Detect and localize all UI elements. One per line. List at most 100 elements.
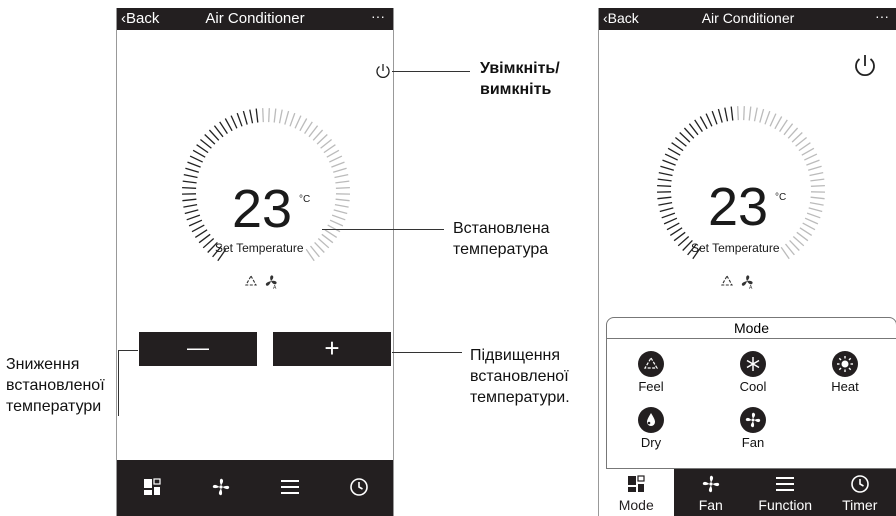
dial-tick (677, 236, 690, 247)
dial-tick (795, 136, 808, 147)
dial-tick (784, 243, 795, 256)
mode-grid-icon (628, 475, 645, 492)
dial-tick (204, 134, 216, 145)
dial-tick (188, 219, 203, 227)
dial-tick (809, 171, 824, 177)
feel-icon (245, 274, 257, 286)
tab-function[interactable]: Function (748, 469, 823, 516)
more-options-button[interactable]: ··· (875, 8, 889, 24)
clock-icon (349, 478, 368, 496)
dial-tick (278, 109, 283, 124)
mode-feel[interactable]: Feel (621, 351, 681, 394)
dial-tick (780, 246, 790, 260)
dial-tick (806, 212, 821, 219)
tab-mode[interactable] (117, 460, 186, 516)
droplet-icon (647, 413, 655, 426)
dial-tick (273, 108, 277, 123)
callout-line-increase (392, 352, 462, 353)
dial-tick (324, 229, 338, 238)
mode-panel-title: Mode (607, 318, 896, 339)
mode-heat[interactable]: Heat (815, 351, 875, 394)
dial-tick (213, 125, 224, 138)
callout-decrease: Зниження встановленої температури (6, 356, 105, 415)
dial-tick (185, 167, 199, 173)
fan-auto-icon: A (265, 275, 277, 289)
dial-tick (189, 155, 203, 163)
power-icon[interactable] (374, 62, 392, 80)
mode-grid-icon (143, 478, 161, 495)
dial-tick (329, 219, 344, 227)
header-title: Air Conditioner (701, 10, 795, 26)
dial-tick (183, 203, 198, 208)
increase-temperature-button[interactable]: + (273, 332, 391, 366)
dial-tick (666, 222, 680, 231)
dial-tick (331, 161, 345, 168)
mode-panel: Mode Feel Cool Heat Dry Fan (606, 317, 896, 469)
dial-tick (801, 147, 815, 156)
temperature-unit: °C (775, 192, 787, 203)
dial-tick (804, 217, 819, 225)
tab-timer[interactable]: Timer (823, 469, 896, 516)
dial-tick (194, 229, 208, 238)
dial-tick (671, 142, 684, 152)
temperature-unit: °C (299, 194, 311, 205)
mode-fan[interactable]: Fan (723, 407, 783, 450)
decrease-temperature-button[interactable]: — (139, 332, 257, 366)
power-icon[interactable] (851, 52, 879, 80)
dial-tick (323, 144, 336, 154)
callout-line-power (392, 71, 470, 72)
dial-tick (334, 203, 349, 208)
dial-tick (262, 108, 264, 123)
dial-tick (326, 149, 340, 158)
dial-tick (660, 165, 674, 171)
tab-timer[interactable] (324, 460, 393, 516)
dial-tick (743, 106, 745, 121)
dial-tick (230, 115, 238, 129)
temperature-value: 23 (232, 179, 293, 239)
menu-icon (280, 480, 299, 494)
dial-tick (289, 112, 296, 127)
dial-tick (764, 110, 771, 125)
tab-fan[interactable]: Fan (674, 469, 749, 516)
dial-tick (798, 142, 811, 152)
dial-tick (769, 113, 777, 127)
dial-tick (334, 173, 349, 179)
dial-tick (268, 108, 270, 123)
dial-tick (673, 231, 686, 242)
dial-tick (309, 245, 320, 258)
dial-tick (717, 108, 723, 123)
dial-tick (198, 233, 211, 244)
dial-tick (787, 127, 799, 139)
dial-tick (321, 233, 334, 244)
dial-tick (249, 109, 254, 124)
dial-tick (187, 161, 201, 168)
clock-icon (850, 475, 869, 493)
dial-tick (335, 198, 350, 202)
feel-icon (721, 274, 733, 286)
dial-tick (335, 186, 350, 189)
tab-fan[interactable] (186, 460, 255, 516)
right-phone-screen: ‹Back Air Conditioner ··· 23 °C Set Temp… (598, 8, 896, 516)
mode-dry[interactable]: Dry (621, 407, 681, 450)
dial-tick (791, 132, 803, 143)
dial-tick (182, 180, 197, 184)
dial-tick (192, 149, 206, 158)
more-options-button[interactable]: ··· (371, 8, 385, 24)
dial-tick (333, 209, 348, 215)
callout-increase: Підвищення встановленої температури. (470, 347, 570, 406)
dial-tick (810, 178, 825, 182)
dial-tick (182, 198, 197, 202)
dial-tick (688, 123, 699, 136)
dial-tick (808, 207, 823, 213)
tab-function[interactable] (255, 460, 324, 516)
dial-tick (657, 184, 672, 187)
dial-tick (312, 129, 324, 141)
mode-cool[interactable]: Cool (723, 351, 783, 394)
menu-icon (776, 477, 795, 491)
callout-set-temperature: Встановлена температура (453, 220, 550, 258)
tab-mode[interactable]: Mode (599, 469, 674, 516)
dial-tick (182, 186, 197, 189)
fan-auto-icon: A (741, 275, 753, 289)
footer-tab-bar: Mode Fan Function Timer (599, 469, 896, 516)
dial-tick (694, 119, 703, 132)
